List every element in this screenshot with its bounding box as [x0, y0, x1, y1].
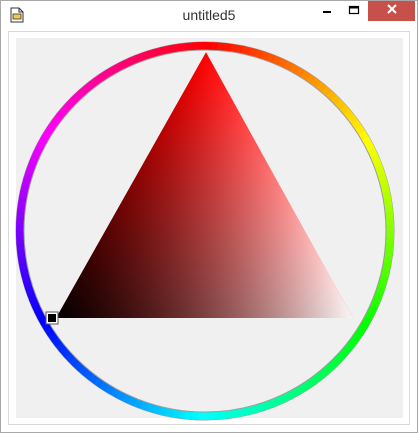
color-picker[interactable]	[1, 1, 418, 434]
color-selector-handle[interactable]	[46, 312, 58, 324]
sv-triangle[interactable]	[56, 52, 353, 318]
app-window: untitled5	[0, 0, 418, 433]
